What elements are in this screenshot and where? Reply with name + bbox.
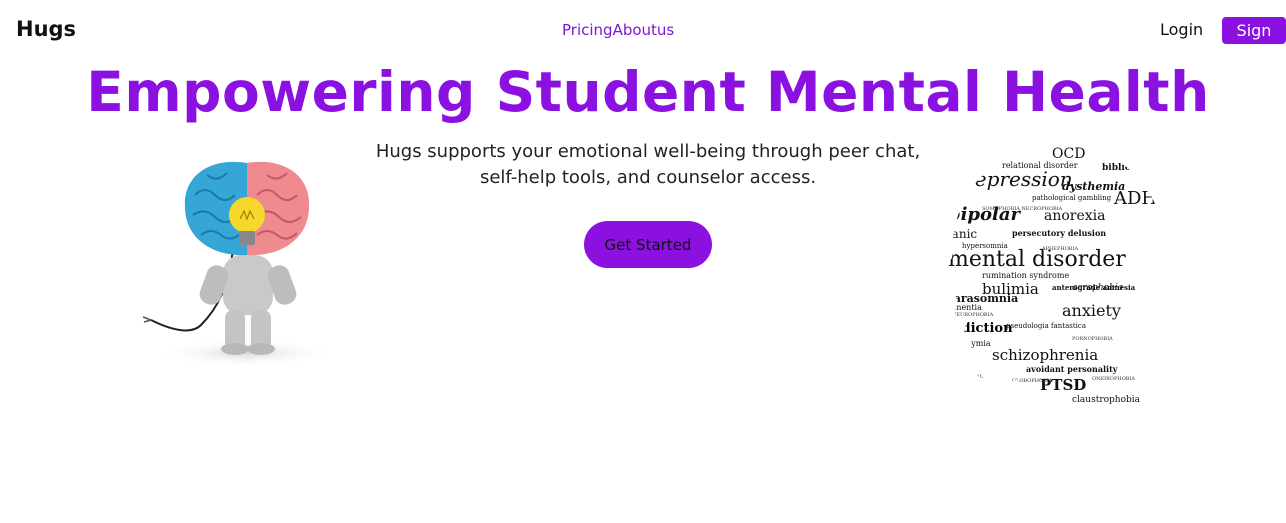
hero-subtitle-line1: Hugs supports your emotional well-being … [375, 141, 921, 162]
svg-text:anxiety: anxiety [1062, 301, 1121, 320]
nav-link-aboutus[interactable]: Aboutus [613, 21, 675, 39]
hero-title: Empowering Student Mental Health [86, 60, 1210, 124]
svg-text:GLOBOPHOBIA: GLOBOPHOBIA [1012, 378, 1053, 384]
svg-text:NEUROPHOBIA: NEUROPHOBIA [952, 312, 994, 318]
svg-text:parasomnia: parasomnia [946, 292, 1018, 305]
top-nav: Hugs Pricing Aboutus Login Sign Up [0, 0, 1286, 67]
svg-text:cyclothymia: cyclothymia [942, 339, 991, 348]
get-started-button[interactable]: Get Started [584, 221, 712, 268]
nav-links: Pricing Aboutus [562, 21, 674, 39]
svg-text:claustrophobia: claustrophobia [1072, 395, 1141, 405]
svg-text:avoidant personality: avoidant personality [1026, 364, 1118, 374]
hero-subtitle-line2: self-help tools, and counselor access. [479, 167, 817, 188]
svg-text:panic: panic [944, 227, 977, 241]
svg-text:ADHD: ADHD [1113, 188, 1172, 209]
word-ocd: OCD [1052, 146, 1085, 162]
svg-text:schizophrenia: schizophrenia [992, 346, 1098, 364]
svg-text:rumination syndrome: rumination syndrome [982, 271, 1069, 280]
svg-text:DENIAL: DENIAL [962, 374, 984, 380]
svg-text:ONEIROPHOBIA: ONEIROPHOBIA [1092, 376, 1135, 382]
brand-logo[interactable]: Hugs [16, 17, 76, 41]
svg-text:addiction: addiction [944, 321, 1013, 336]
brain-lightbulb-figure-image [142, 161, 336, 367]
svg-text:APHEPHOBIA: APHEPHOBIA [1041, 246, 1078, 252]
svg-text:pseudologia fantastica: pseudologia fantastica [1006, 322, 1086, 330]
svg-text:depression: depression [962, 167, 1073, 191]
nav-link-pricing[interactable]: Pricing [562, 21, 613, 39]
svg-text:mental disorder: mental disorder [948, 247, 1126, 272]
svg-text:SOMOPHOBIA NECROPHOBIA: SOMOPHOBIA NECROPHOBIA [982, 206, 1063, 212]
svg-text:PORNOPHOBIA: PORNOPHOBIA [1072, 336, 1113, 342]
svg-text:dementia: dementia [944, 303, 982, 312]
hero-subtitle: Hugs supports your emotional well-being … [300, 139, 996, 191]
svg-text:anterograde amnesia: anterograde amnesia [1052, 283, 1136, 292]
svg-text:persecutory delusion: persecutory delusion [1012, 228, 1106, 238]
svg-text:bibliomania: bibliomania [1102, 163, 1162, 173]
svg-text:pathological gambling: pathological gambling [1032, 194, 1112, 202]
signup-button[interactable]: Sign Up [1222, 17, 1286, 67]
login-link[interactable]: Login [1160, 20, 1203, 39]
mental-health-word-cloud-image: OCD relational disorder bibliomania depr… [941, 143, 1172, 408]
